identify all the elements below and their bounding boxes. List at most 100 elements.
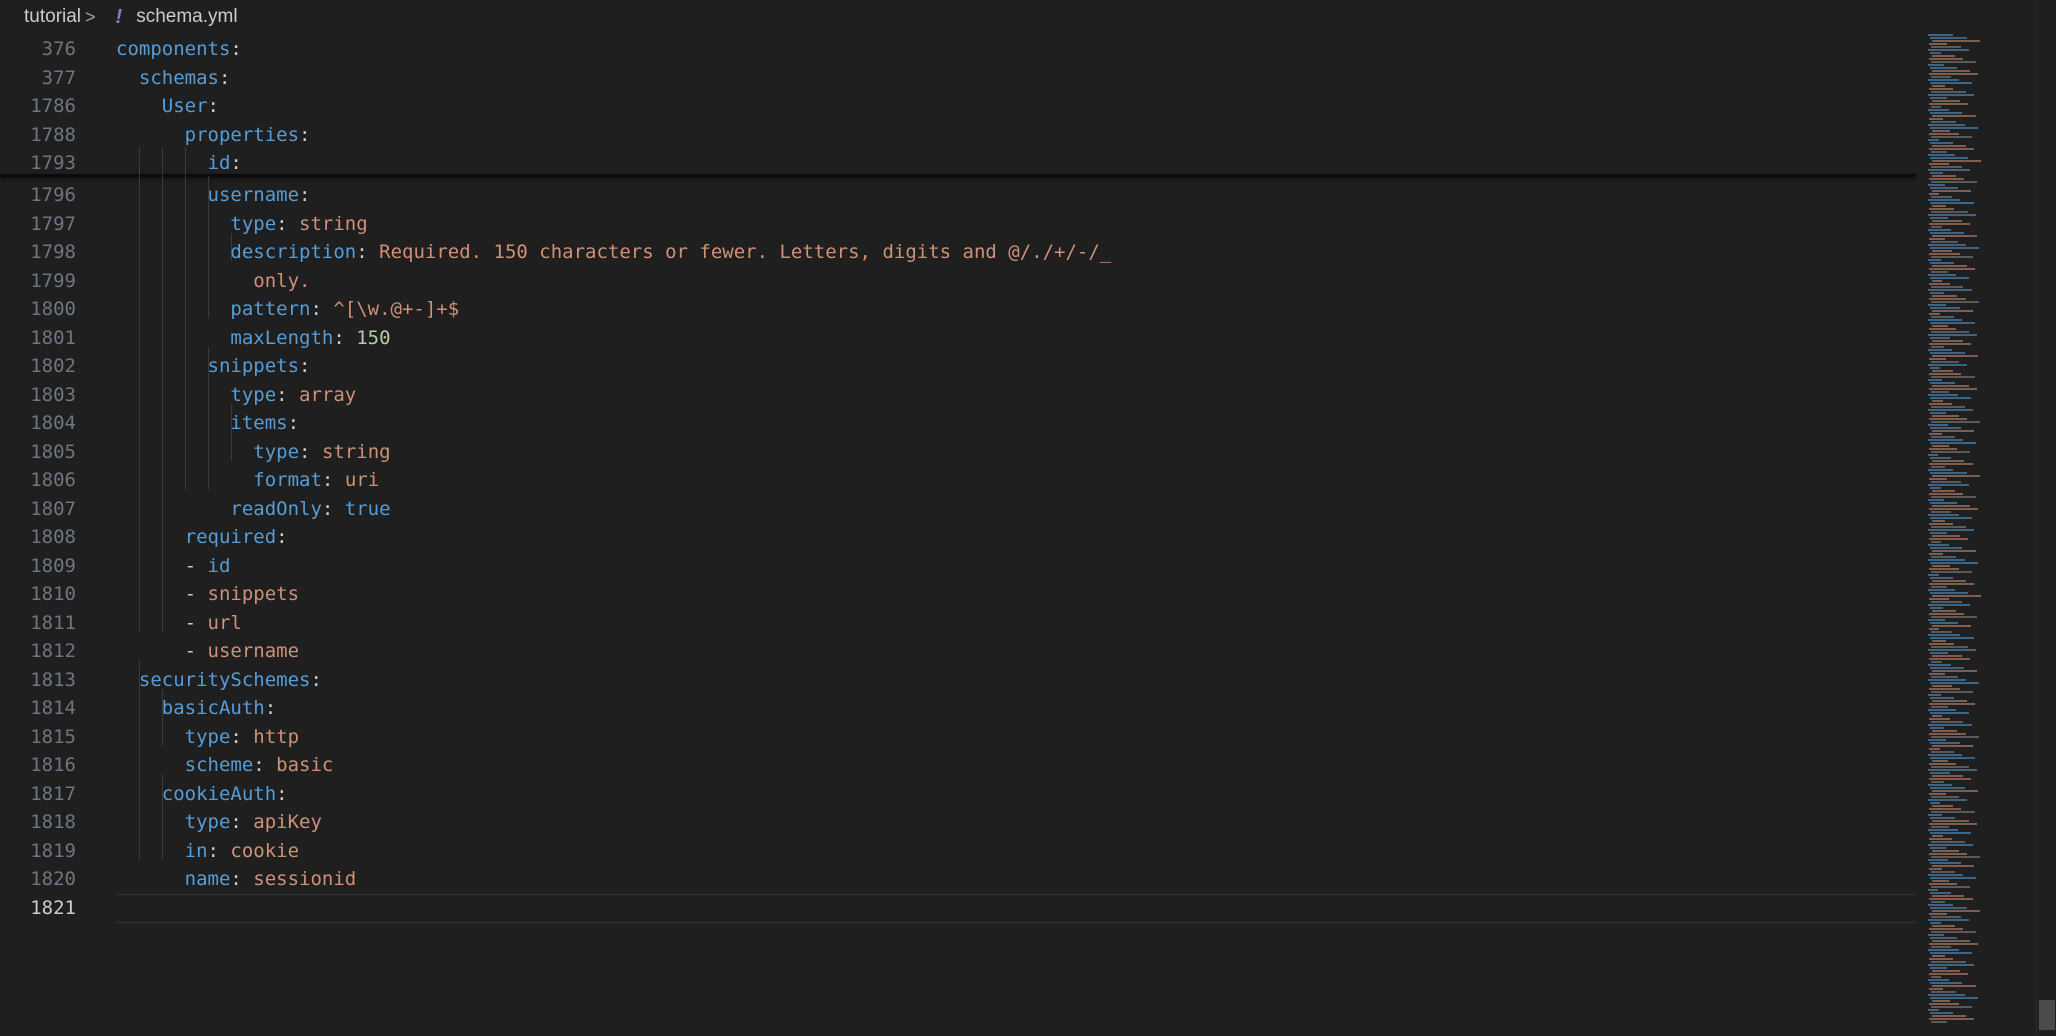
lines-line[interactable]: 1817 cookieAuth: [0,780,1916,809]
lines-line[interactable]: 1812 - username [0,637,1916,666]
line-number: 1804 [30,412,76,435]
lines-line[interactable]: 1799 only. [0,267,1916,296]
line-number: 1796 [30,184,76,207]
line-number: 1798 [30,241,76,264]
sticky-line[interactable]: 1788 properties: [0,121,1916,150]
lines-line[interactable]: 1796 username: [0,181,1916,210]
minimap-row [1932,145,1966,147]
minimap-row [1930,427,1961,429]
minimap-row [1931,91,1967,93]
minimap-row [1931,241,1958,243]
minimap-row [1929,43,1948,45]
code-token: securitySchemes [138,668,311,691]
minimap-row [1931,631,1953,633]
minimap-row [1931,151,1947,153]
minimap-row [1929,673,1945,675]
lines-line[interactable]: 1802 snippets: [0,352,1916,381]
minimap-row [1931,106,1941,108]
code-editor[interactable]: 376 components: 377 schemas: 1786 User: 1788… [0,34,1920,1036]
lines-line[interactable]: 1804 items: [0,409,1916,438]
breadcrumb-file[interactable]: schema.yml [136,6,237,28]
lines-line[interactable]: 1810 - snippets [0,580,1916,609]
minimap-row [1929,703,1976,705]
minimap-row [1930,472,1967,474]
minimap-row [1931,766,1969,768]
minimap-row [1930,397,1971,399]
minimap-row [1929,748,1941,750]
code-token: : [230,868,254,891]
lines-line[interactable]: 1816 scheme: basic [0,751,1916,780]
breadcrumb-folder[interactable]: tutorial [24,6,81,28]
code-text: schemas: [116,67,231,89]
minimap-row [1932,415,1959,417]
scrollbar-thumb[interactable] [2039,1000,2055,1030]
minimap-row [1928,739,1947,741]
code-text: type: string [116,441,390,463]
line-number: 1803 [30,383,76,406]
minimap-row [1929,478,1948,480]
lines-line[interactable]: 1818 type: apiKey [0,808,1916,837]
minimap-row [1932,535,1961,537]
minimap-row [1930,367,1940,369]
minimap-row [1930,442,1977,444]
lines-line[interactable]: 1801 maxLength: 150 [0,324,1916,353]
minimap-row [1928,859,1948,861]
code-token: : [264,697,277,720]
lines-line[interactable]: 1814 basicAuth: [0,694,1916,723]
lines-line[interactable]: 1809 - id [0,552,1916,581]
minimap-row [1932,115,1976,117]
minimap-row [1931,811,1975,813]
sticky-line[interactable]: 377 schemas: [0,64,1916,93]
minimap-row [1932,820,1969,822]
minimap-row [1932,625,1972,627]
minimap-row [1931,856,1981,858]
minimap-row [1929,973,1969,975]
lines-line[interactable]: 1815 type: http [0,723,1916,752]
minimap-row [1928,724,1972,726]
line-number: 1801 [30,326,76,349]
minimap[interactable] [1928,34,2018,1024]
lines-line[interactable]: 1808 required: [0,523,1916,552]
lines-line[interactable]: 1798 description: Required. 150 characte… [0,238,1916,267]
code-token: : [333,326,357,349]
minimap-row [1930,352,1966,354]
minimap-row [1929,238,1945,240]
minimap-row [1929,883,1958,885]
lines-line[interactable]: 1811 - url [0,609,1916,638]
sticky-line[interactable]: 376 components: [0,35,1916,64]
minimap-row [1930,67,1957,69]
minimap-row [1928,484,1969,486]
lines-line[interactable]: 1805 type: string [0,438,1916,467]
line-number: 1797 [30,212,76,235]
lines-line[interactable]: 1819 in: cookie [0,837,1916,866]
lines-line[interactable]: 1820 name: sessionid [0,865,1916,894]
code-token: snippets [207,583,300,606]
lines-line[interactable]: 1803 type: array [0,381,1916,410]
minimap-row [1932,100,1961,102]
code-text: snippets: [116,355,311,378]
minimap-row [1930,532,1947,534]
minimap-row [1928,34,1954,36]
code-token: : [207,95,219,118]
minimap-row [1931,931,1976,933]
sticky-line[interactable]: 1786 User: [0,92,1916,121]
lines-line[interactable]: 1800 pattern: ^[\w.@+-]+$ [0,295,1916,324]
lines-line[interactable]: 1821 [0,894,1916,923]
minimap-row [1928,79,1959,81]
minimap-row [1931,586,1947,588]
minimap-row [1931,976,1941,978]
minimap-row [1931,391,1950,393]
lines-line[interactable]: 1813 securitySchemes: [0,666,1916,695]
lines-line[interactable]: 1797 type: string [0,210,1916,239]
vertical-scrollbar[interactable] [2036,0,2056,1036]
code-token: : [299,355,311,378]
lines-line[interactable]: 1806 format: uri [0,466,1916,495]
minimap-row [1932,955,1945,957]
minimap-row [1931,751,1954,753]
minimap-row [1931,616,1978,618]
lines-line[interactable]: 1807 readOnly: true [0,495,1916,524]
